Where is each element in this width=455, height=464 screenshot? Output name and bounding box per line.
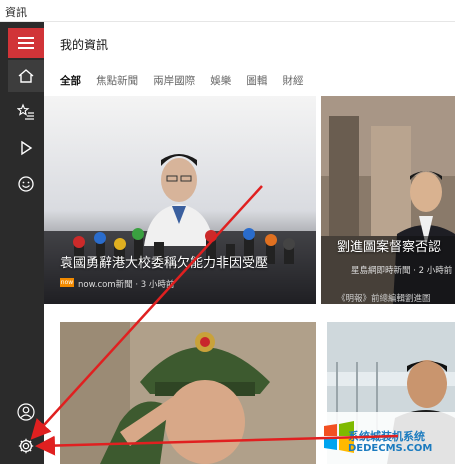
smiley-icon (18, 176, 34, 192)
news-app-window: 資訊 我的資訊 全部 焦點新聞 兩岸國際 娛樂 圖輯 財經 袁國勇辭港大校委稱欠… (0, 0, 455, 464)
hamburger-menu-button[interactable] (8, 28, 44, 58)
news-photo-general-saluting (60, 322, 316, 464)
tab-entertainment[interactable]: 娛樂 (210, 73, 231, 88)
tab-gallery[interactable]: 圖輯 (246, 73, 267, 88)
sidebar-item-settings[interactable] (8, 430, 44, 462)
gear-icon (18, 438, 34, 454)
tab-headlines[interactable]: 焦點新聞 (96, 73, 138, 88)
sidebar-item-video[interactable] (8, 132, 44, 164)
watermark-text: 系统城装机系统 (348, 430, 425, 443)
sidebar (0, 22, 44, 464)
sidebar-item-account[interactable] (8, 396, 44, 428)
news-card-lau[interactable]: 劉進圖案督察否認 星島網即時新聞 · 2 小時前 《明報》前總編輯劉進圖 (321, 96, 455, 304)
card-source: 星島網即時新聞 · 2 小時前 (351, 266, 453, 276)
window-title: 資訊 (5, 6, 27, 19)
tab-finance[interactable]: 財經 (282, 73, 303, 88)
news-card-yuen[interactable]: 袁國勇辭港大校委稱欠能力非因受壓 now now.com新聞 · 3 小時前 (44, 96, 316, 304)
watermark-domain: DEDECMS.COM (348, 443, 433, 454)
tab-cross-strait-international[interactable]: 兩岸國際 (153, 73, 195, 88)
person-icon (17, 403, 35, 421)
hamburger-line (18, 47, 34, 49)
watermark-logo: 系统城装机系统 DEDECMS.COM (318, 412, 455, 464)
now-news-logo-icon: now (60, 278, 74, 287)
news-photo-press-conference (44, 96, 316, 304)
main-content: 我的資訊 全部 焦點新聞 兩岸國際 娛樂 圖輯 財經 袁國勇辭港大校委稱欠能力非… (44, 22, 455, 464)
page-title: 我的資訊 (60, 38, 109, 52)
title-bar: 資訊 (0, 0, 455, 22)
hamburger-line (18, 42, 34, 44)
card-caption: 《明報》前總編輯劉進圖 (337, 294, 431, 304)
card-headline: 袁國勇辭港大校委稱欠能力非因受壓 (60, 256, 269, 271)
home-icon (18, 69, 34, 83)
news-card-general[interactable] (60, 322, 316, 464)
sidebar-item-home[interactable] (8, 60, 44, 92)
category-tabs: 全部 焦點新聞 兩岸國際 娛樂 圖輯 財經 (60, 69, 313, 88)
card-source: now.com新聞 · 3 小時前 (78, 280, 175, 290)
star-list-icon (17, 103, 34, 120)
play-icon (21, 140, 33, 156)
hamburger-line (18, 37, 34, 39)
sidebar-item-interests[interactable] (8, 168, 44, 200)
card-headline: 劉進圖案督察否認 (337, 240, 442, 255)
tab-all[interactable]: 全部 (60, 73, 81, 88)
sidebar-item-favorites[interactable] (8, 96, 44, 128)
